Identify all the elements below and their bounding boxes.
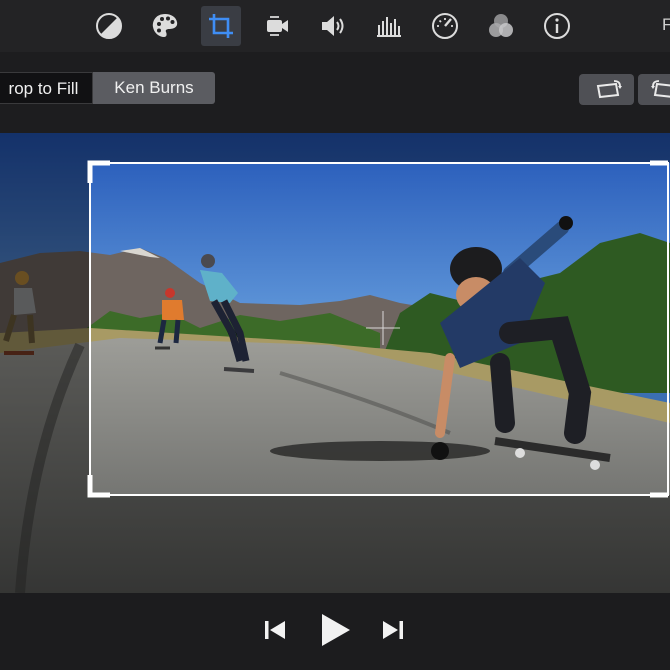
color-palette-icon	[152, 14, 178, 37]
rotate-counterclockwise-button[interactable]	[579, 74, 634, 105]
rotate-right-icon	[650, 79, 670, 98]
color-balance-button[interactable]	[89, 6, 129, 46]
stabilization-icon	[267, 16, 288, 36]
skip-forward-icon[interactable]	[380, 618, 406, 642]
equalizer-icon	[377, 17, 401, 37]
equalizer-button[interactable]	[369, 6, 409, 46]
skip-back-icon[interactable]	[262, 618, 288, 642]
info-button[interactable]	[537, 6, 577, 46]
rotate-left-icon	[596, 79, 622, 98]
crop-to-fill-button[interactable]: rop to Fill	[0, 72, 93, 104]
clip-filter-button[interactable]	[481, 6, 521, 46]
clip-frame	[0, 133, 670, 593]
color-correction-button[interactable]	[145, 6, 185, 46]
video-viewer[interactable]	[0, 133, 670, 593]
playback-controls	[0, 593, 670, 670]
filter-icon	[489, 14, 513, 37]
stabilization-button[interactable]	[257, 6, 297, 46]
toolbar-overflow-label[interactable]: F	[662, 15, 670, 35]
speed-icon	[432, 13, 458, 39]
speed-button[interactable]	[425, 6, 465, 46]
volume-icon	[322, 16, 344, 36]
play-icon[interactable]	[318, 611, 354, 649]
color-balance-icon	[96, 13, 122, 39]
adjustments-toolbar: F	[0, 0, 670, 52]
crop-button[interactable]	[201, 6, 241, 46]
ken-burns-button[interactable]: Ken Burns	[93, 72, 215, 104]
crop-options-bar: rop to Fill Ken Burns	[0, 52, 670, 133]
crop-icon	[209, 14, 233, 38]
info-icon	[544, 13, 570, 39]
volume-button[interactable]	[313, 6, 353, 46]
rotate-clockwise-button[interactable]	[638, 74, 670, 105]
